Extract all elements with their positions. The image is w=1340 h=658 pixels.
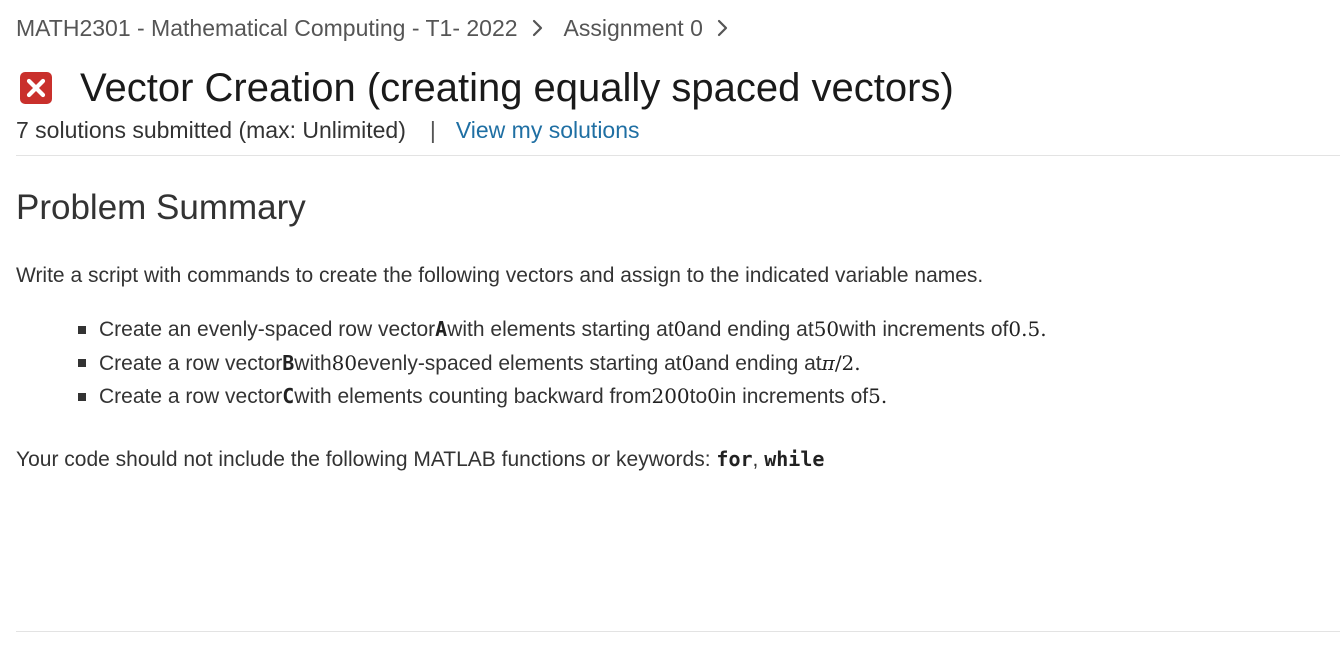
bullet-text: Create a row vector (99, 385, 283, 408)
math-value: 80 (331, 350, 358, 375)
bullet-text: to (689, 385, 708, 408)
page-title: Vector Creation (creating equally spaced… (80, 65, 954, 110)
math-value: 50 (813, 317, 840, 341)
breadcrumb-assignment-link[interactable]: Assignment 0 (564, 15, 703, 42)
problem-summary-heading: Problem Summary (16, 188, 306, 227)
section-divider (16, 631, 1340, 632)
math-value: 5 (868, 384, 881, 408)
restricted-keywords-note: Your code should not include the followi… (16, 447, 824, 472)
bullet-text: with (294, 351, 332, 375)
math-value: /2 (834, 350, 855, 375)
bullet-square-icon (78, 325, 86, 334)
bullet-text: . (1040, 317, 1047, 341)
bullet-text: Create an evenly-spaced row vector (99, 318, 436, 341)
problem-header: Vector Creation (creating equally spaced… (16, 62, 954, 114)
solutions-count: 7 solutions submitted (max: Unlimited) (16, 116, 406, 143)
bullet-text: Create a row vector (99, 351, 283, 375)
error-x-icon (19, 71, 53, 105)
bullet-text: . (880, 384, 888, 408)
list-item: Create a row vector ​B with 80 evenly-sp… (78, 347, 1047, 381)
bullet-text: evenly-spaced elements starting at (357, 351, 682, 375)
bullet-text: with elements starting at (447, 318, 674, 341)
view-my-solutions-link[interactable]: View my solutions (456, 117, 640, 144)
math-value: 0 (681, 350, 695, 375)
restriction-text: Your code should not include the followi… (16, 448, 717, 471)
restricted-keyword: while (764, 447, 825, 471)
bullet-text: and ending at (694, 351, 822, 375)
chevron-right-icon[interactable] (717, 18, 737, 38)
math-value: π/2 (822, 347, 855, 381)
math-value: 200 (651, 384, 690, 408)
summary-intro: Write a script with commands to create t… (16, 264, 984, 287)
requirements-list: Create an evenly-spaced row vector ​A wi… (78, 313, 1047, 414)
bullet-square-icon (78, 392, 86, 401)
math-value: 0 (673, 317, 687, 341)
breadcrumb-course-link[interactable]: MATH2301 - Mathematical Computing - T1- … (16, 15, 518, 42)
list-item: Create a row vector ​C with elements cou… (78, 380, 1047, 414)
variable-name: C (282, 384, 295, 408)
keyword-separator: , (752, 448, 765, 471)
bullet-text: . (854, 350, 861, 375)
bullet-text: and ending at (686, 318, 814, 341)
meta-separator: | (429, 116, 436, 143)
math-value: 0 (707, 384, 720, 408)
header-divider (16, 155, 1340, 156)
bullet-text: with increments of (839, 318, 1009, 341)
list-item: Create an evenly-spaced row vector ​A wi… (78, 313, 1047, 347)
variable-name: B (282, 350, 295, 375)
breadcrumb: MATH2301 - Mathematical Computing - T1- … (16, 12, 749, 44)
chevron-right-icon (532, 18, 552, 38)
problem-page: MATH2301 - Mathematical Computing - T1- … (0, 0, 1340, 658)
pi-symbol: π (821, 350, 835, 375)
bullet-text: with elements counting backward from (294, 385, 652, 408)
submission-meta: 7 solutions submitted (max: Unlimited) |… (16, 114, 640, 146)
math-value: 0.5 (1008, 317, 1041, 341)
bullet-square-icon (78, 359, 86, 368)
bullet-text: in increments of (719, 385, 869, 408)
variable-name: A (435, 317, 448, 341)
restricted-keyword: for (716, 447, 753, 471)
